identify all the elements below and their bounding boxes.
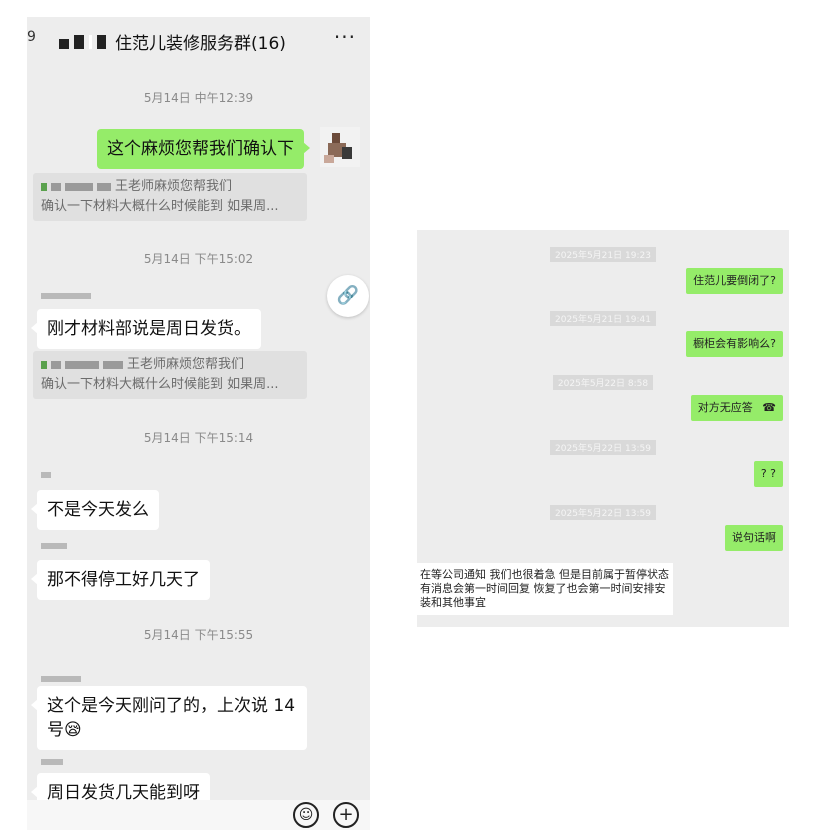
group-title: 住范儿装修服务群(16) (115, 34, 286, 54)
sender-name-blurred (41, 676, 81, 682)
sender-name-blurred (41, 543, 67, 549)
message-bubble-theirs[interactable]: 这个是今天刚问了的，上次说 14 号😪 (31, 686, 307, 750)
timestamp: 2025年5月22日 8:58 (417, 371, 789, 390)
phone-icon: ☎ (762, 401, 776, 414)
message-bubble-theirs[interactable]: 不是今天发么 (31, 490, 159, 530)
quote-text-2: 确认一下材料大概什么时候能到 如果周... (41, 199, 279, 214)
timestamp: 2025年5月21日 19:23 (417, 243, 789, 262)
quoted-message[interactable]: 王老师麻烦您帮我们 确认一下材料大概什么时候能到 如果周... (33, 173, 307, 221)
timestamp: 5月14日 下午15:14 (143, 431, 254, 445)
link-icon[interactable]: 🔗 (327, 275, 369, 317)
reply-line: 有消息会第一时间回复 恢复了也会第一时间安排安 (420, 582, 666, 595)
plus-icon[interactable]: + (333, 802, 359, 828)
avatar[interactable] (320, 127, 360, 167)
group-avatar-blocks (59, 35, 106, 49)
group-chat-screen: 9 住范儿装修服务群(16) ··· 5月14日 中午12:39 这个麻烦您帮我… (27, 17, 370, 830)
timestamp: 2025年5月21日 19:41 (417, 307, 789, 326)
quote-text-1: 王老师麻烦您帮我们 (115, 179, 233, 194)
message-bubble-theirs[interactable]: 在等公司通知 我们也很着急 但是目前属于暂停状态 有消息会第一时间回复 恢复了也… (417, 563, 673, 615)
timestamp: 5月14日 中午12:39 (143, 91, 254, 105)
call-status-text: 对方无应答 (697, 401, 753, 414)
private-chat-screen: 2025年5月21日 19:23 住范儿要倒闭了? 2025年5月21日 19:… (417, 230, 789, 627)
reply-line: 装和其他事宜 (420, 596, 486, 609)
back-icon[interactable]: 9 (27, 29, 36, 45)
sender-name-blurred (41, 472, 51, 478)
input-bar: ☺ + (27, 800, 370, 830)
message-bubble-mine[interactable]: ? ? (753, 461, 783, 487)
quoted-message[interactable]: 王老师麻烦您帮我们 确认一下材料大概什么时候能到 如果周... (33, 351, 307, 399)
reply-line: 在等公司通知 我们也很着急 但是目前属于暂停状态 (420, 568, 669, 581)
timestamp: 5月14日 下午15:55 (143, 628, 254, 642)
more-icon[interactable]: ··· (334, 25, 356, 49)
message-bubble-mine[interactable]: 这个麻烦您帮我们确认下 (97, 129, 310, 169)
quote-text-1: 王老师麻烦您帮我们 (127, 357, 245, 372)
timestamp: 2025年5月22日 13:59 (417, 436, 789, 455)
message-bubble-mine[interactable]: 说句话啊 (725, 525, 783, 551)
chat-header: 9 住范儿装修服务群(16) ··· (27, 17, 370, 67)
quote-text-2: 确认一下材料大概什么时候能到 如果周... (41, 377, 279, 392)
message-bubble-mine[interactable]: 橱柜会有影响么? (686, 331, 783, 357)
timestamp: 5月14日 下午15:02 (143, 252, 254, 266)
timestamp: 2025年5月22日 13:59 (417, 501, 789, 520)
message-bubble-theirs[interactable]: 刚才材料部说是周日发货。 (31, 309, 261, 349)
sender-name-blurred (41, 759, 63, 765)
call-record-bubble[interactable]: 对方无应答 ☎ (690, 395, 783, 421)
message-bubble-mine[interactable]: 住范儿要倒闭了? (686, 268, 783, 294)
emoji-icon[interactable]: ☺ (293, 802, 319, 828)
message-bubble-theirs[interactable]: 那不得停工好几天了 (31, 560, 210, 600)
sender-name-blurred (41, 293, 91, 299)
